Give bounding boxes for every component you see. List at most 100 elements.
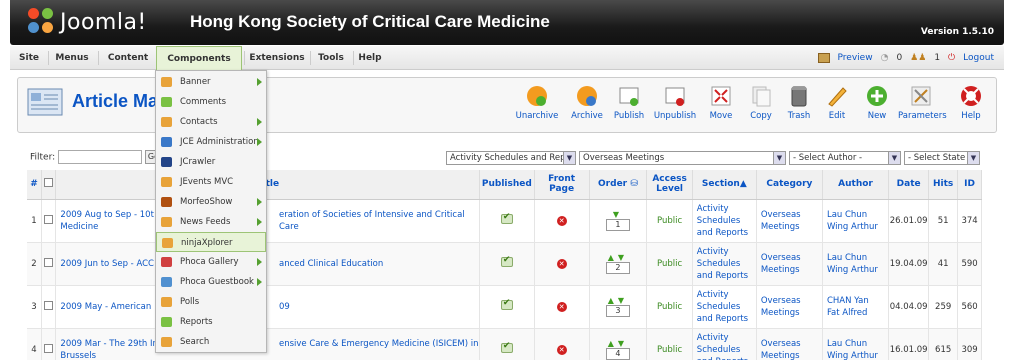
menu-site[interactable]: Site [14,46,44,70]
published-check-icon[interactable] [500,298,513,310]
dropdown-item-banner[interactable]: Banner [156,72,266,92]
order-input[interactable]: 3 [605,305,630,317]
order-arrows-icon[interactable]: ▲▼ [590,253,647,262]
title-left[interactable]: 2009 May - American [60,302,151,312]
frontpage-cell[interactable]: ✕ [534,285,590,329]
author-select[interactable]: - Select Author - ▼ [789,151,901,165]
section-select[interactable]: Activity Schedules and Reports ▼ [446,151,576,165]
col-date[interactable]: Date [888,170,930,200]
frontpage-no-icon[interactable]: ✕ [556,301,567,312]
title-left[interactable]: 2009 Jun to Sep - ACC [60,259,154,269]
order-arrows-icon[interactable]: ▲▼ [590,339,647,348]
title-left-2[interactable]: Brussels [60,351,96,360]
dropdown-item-news-feeds[interactable]: News Feeds [156,212,266,232]
row-title[interactable]: 2009 Aug to Sep - 10t Medicine eration of… [55,199,480,243]
dropdown-item-phoca-guestbook[interactable]: Phoca Guestbook [156,272,266,292]
dropdown-item-ninjaxplorer[interactable]: ninjaXplorer [156,232,266,252]
menu-extensions[interactable]: Extensions [246,46,308,70]
help-button[interactable]: Help [948,84,994,121]
state-select[interactable]: - Select State - ▼ [904,151,980,165]
access-level[interactable]: Public [646,328,693,360]
col-order[interactable]: Order ⛁ [589,170,648,200]
dropdown-item-phoca-gallery[interactable]: Phoca Gallery [156,252,266,272]
col-access[interactable]: Access Level [646,170,693,200]
frontpage-cell[interactable]: ✕ [534,199,590,243]
dropdown-item-jcrawler[interactable]: JCrawler [156,152,266,172]
order-arrows-icon[interactable]: ▲▼ [590,296,647,305]
title-left-2[interactable]: Medicine [60,222,98,232]
published-cell[interactable] [479,328,535,360]
row-title[interactable]: 2009 May - American 09 [55,285,480,329]
section-link[interactable]: ActivitySchedulesand Reports [692,242,757,286]
category-link[interactable]: Overseas Meetings [756,199,823,243]
category-link[interactable]: Overseas Meetings [756,328,823,360]
col-title[interactable]: Title [55,170,480,200]
author-link[interactable]: Lau Chun Wing Arthur [822,242,890,286]
dropdown-item-polls[interactable]: Polls [156,292,266,312]
author-link[interactable]: CHAN Yan Fat Alfred [822,285,890,329]
order-input[interactable]: 1 [605,219,630,231]
row-checkbox-cell[interactable] [41,242,57,286]
parameters-button[interactable]: Parameters [898,84,947,121]
title-left[interactable]: 2009 Mar - The 29th In [60,339,157,349]
menu-help[interactable]: Help [355,46,385,70]
order-input[interactable]: 4 [605,348,630,360]
col-category[interactable]: Category [756,170,823,200]
frontpage-cell[interactable]: ✕ [534,242,590,286]
dropdown-item-comments[interactable]: Comments [156,92,266,112]
archive-button[interactable]: Archive [564,84,610,121]
frontpage-no-icon[interactable]: ✕ [556,215,567,226]
col-author[interactable]: Author [822,170,890,200]
publish-button[interactable]: Publish [606,84,652,121]
menu-content[interactable]: Content [102,46,154,70]
author-link[interactable]: Lau Chun Wing Arthur [822,199,890,243]
dropdown-item-search[interactable]: Search [156,332,266,352]
author-link[interactable]: Lau Chun Wing Arthur [822,328,890,360]
dropdown-item-reports[interactable]: Reports [156,312,266,332]
col-published[interactable]: Published [479,170,535,200]
access-level[interactable]: Public [646,199,693,243]
section-link[interactable]: ActivitySchedulesand Reports [692,199,757,243]
new-button[interactable]: New [854,84,900,121]
access-level[interactable]: Public [646,242,693,286]
dropdown-item-jevents-mvc[interactable]: JEvents MVC [156,172,266,192]
row-title[interactable]: 2009 Jun to Sep - ACC anced Clinical Edu… [55,242,480,286]
col-hits[interactable]: Hits [928,170,959,200]
menu-tools[interactable]: Tools [312,46,350,70]
unpublish-button[interactable]: Unpublish [652,84,698,121]
row-title[interactable]: 2009 Mar - The 29th In Brussels ensive Ca… [55,328,480,360]
title-right[interactable]: 09 [279,302,290,312]
title-left[interactable]: 2009 Aug to Sep - 10t [60,210,154,220]
published-check-icon[interactable] [500,341,513,353]
col-section[interactable]: Section▲ [692,170,757,200]
category-link[interactable]: Overseas Meetings [756,242,823,286]
access-level[interactable]: Public [646,285,693,329]
messages-count[interactable]: 0 [896,46,902,70]
published-cell[interactable] [479,199,535,243]
row-checkbox-cell[interactable] [41,328,57,360]
logout-link[interactable]: Logout [963,46,994,70]
frontpage-cell[interactable]: ✕ [534,328,590,360]
dropdown-item-morfeoshow[interactable]: MorfeoShow [156,192,266,212]
published-check-icon[interactable] [500,212,513,224]
dropdown-item-contacts[interactable]: Contacts [156,112,266,132]
published-cell[interactable] [479,285,535,329]
menu-components[interactable]: Components [156,46,242,70]
order-arrows-icon[interactable]: ▼ [590,210,647,219]
col-select-all[interactable] [41,170,57,200]
row-checkbox[interactable] [44,343,54,353]
filter-input[interactable] [58,150,143,164]
category-select[interactable]: Overseas Meetings ▼ [579,151,786,165]
section-link[interactable]: ActivitySchedulesand Reports [692,285,757,329]
dropdown-item-jce-administration[interactable]: JCE Administration [156,132,266,152]
row-checkbox-cell[interactable] [41,199,57,243]
menu-menus[interactable]: Menus [52,46,92,70]
title-right[interactable]: ensive Care & Emergency Medicine (ISICEM… [279,339,479,349]
frontpage-no-icon[interactable]: ✕ [556,344,567,355]
frontpage-no-icon[interactable]: ✕ [556,258,567,269]
col-frontpage[interactable]: Front Page [534,170,590,200]
row-checkbox[interactable] [44,257,54,267]
row-checkbox[interactable] [44,214,54,224]
select-all-checkbox[interactable] [44,178,54,188]
save-order-icon[interactable]: ⛁ [630,179,638,189]
